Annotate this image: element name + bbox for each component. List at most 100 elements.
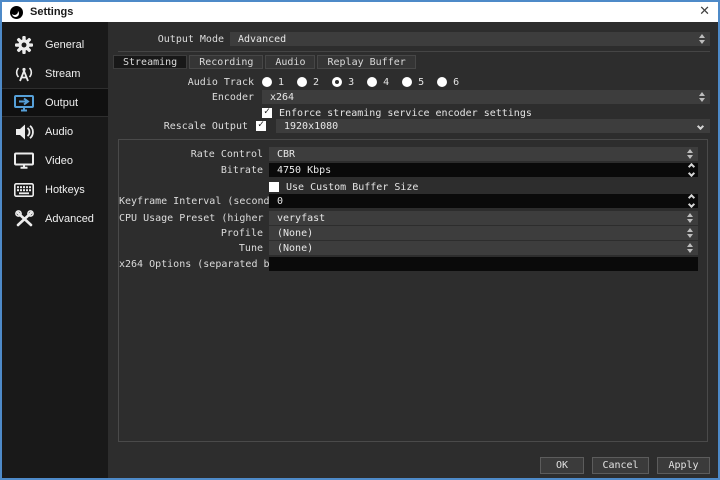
radio-label: 5 [418,77,424,88]
audio-track-5-radio[interactable]: 5 [402,77,424,88]
encoder-row: Encoder x264 [108,90,710,104]
display-output-icon [13,94,35,112]
radio-icon [367,77,377,87]
cpu-usage-preset-value: veryfast [277,213,683,224]
spinner-arrows-icon [687,149,693,159]
rescale-output-row: Rescale Output 1920x1080 [108,119,710,133]
sidebar-item-advanced[interactable]: Advanced [2,204,108,233]
tab-audio[interactable]: Audio [265,55,315,69]
rescale-output-checkbox[interactable] [256,121,266,131]
tab-replay-buffer[interactable]: Replay Buffer [317,55,415,69]
profile-value: (None) [277,228,683,239]
sidebar-item-hotkeys[interactable]: Hotkeys [2,175,108,204]
keyboard-icon [13,181,35,199]
custom-buffer-size-label: Use Custom Buffer Size [286,182,418,193]
radio-icon [297,77,307,87]
bitrate-spinbox[interactable]: 4750 Kbps [269,163,698,177]
x264-options-label: x264 Options (separated by space) [119,259,263,270]
checkbox-unchecked-icon [269,182,279,192]
rescale-output-label: Rescale Output [108,121,248,132]
spin-up-down-icon [689,195,694,207]
sidebar-item-general[interactable]: General [2,30,108,59]
output-settings-panel: Output Mode Advanced Streaming Recording… [108,22,718,478]
profile-row: Profile (None) [119,226,698,240]
sidebar-item-label: Hotkeys [45,184,85,196]
rate-control-row: Rate Control CBR [119,147,698,161]
broadcast-icon [13,65,35,83]
sidebar-item-label: Advanced [45,213,94,225]
radio-label: 2 [313,77,319,88]
enforce-encoder-settings-checkbox[interactable]: Enforce streaming service encoder settin… [262,106,532,120]
cancel-button[interactable]: Cancel [592,457,649,474]
encoder-settings-group: Rate Control CBR Bitrate 4750 Kbps Us [118,139,708,442]
bitrate-value: 4750 Kbps [277,165,685,176]
radio-label: 4 [383,77,389,88]
cpu-usage-preset-row: CPU Usage Preset (higher = less CPU) ver… [119,211,698,225]
tune-label: Tune [119,243,263,254]
spin-up-down-icon [689,164,694,176]
audio-track-3-radio[interactable]: 3 [332,77,354,88]
checkbox-checked-icon [262,108,272,118]
apply-button[interactable]: Apply [657,457,710,474]
radio-label: 6 [453,77,459,88]
sidebar-item-label: General [45,39,84,51]
audio-track-4-radio[interactable]: 4 [367,77,389,88]
audio-track-2-radio[interactable]: 2 [297,77,319,88]
sidebar-item-label: Audio [45,126,73,138]
keyframe-interval-value: 0 [277,196,685,207]
profile-label: Profile [119,228,263,239]
sidebar-item-label: Video [45,155,73,167]
output-tabbar: Streaming Recording Audio Replay Buffer [113,55,416,69]
sidebar-item-output[interactable]: Output [2,88,108,117]
rate-control-value: CBR [277,149,683,160]
audio-track-6-radio[interactable]: 6 [437,77,459,88]
sidebar-item-video[interactable]: Video [2,146,108,175]
spinner-arrows-icon [687,213,693,223]
encoder-label: Encoder [108,92,254,103]
settings-window: Settings ✕ General Stream Output [0,0,720,480]
sidebar-item-stream[interactable]: Stream [2,59,108,88]
keyframe-interval-label: Keyframe Interval (seconds, 0=auto) [119,196,263,207]
x264-options-row: x264 Options (separated by space) [119,257,698,271]
output-mode-select[interactable]: Advanced [230,32,710,46]
chevron-down-icon [697,122,704,129]
close-icon[interactable]: ✕ [682,2,710,22]
obs-logo-icon [10,6,23,19]
profile-select[interactable]: (None) [269,226,698,240]
radio-label: 1 [278,77,284,88]
bitrate-label: Bitrate [119,165,263,176]
monitor-icon [13,152,35,170]
tab-streaming[interactable]: Streaming [113,55,187,69]
window-body: General Stream Output Audio [2,22,718,478]
keyframe-interval-row: Keyframe Interval (seconds, 0=auto) 0 [119,194,698,208]
custom-buffer-size-checkbox[interactable]: Use Custom Buffer Size [269,180,418,194]
tune-select[interactable]: (None) [269,241,698,255]
audio-track-label: Audio Track [108,77,254,88]
speaker-icon [13,123,35,141]
x264-options-input[interactable] [269,257,698,271]
tune-value: (None) [277,243,683,254]
spinner-arrows-icon [699,92,705,102]
tab-recording[interactable]: Recording [189,55,263,69]
sidebar: General Stream Output Audio [2,22,108,478]
enforce-encoder-settings-label: Enforce streaming service encoder settin… [279,108,532,119]
sidebar-item-audio[interactable]: Audio [2,117,108,146]
rescale-resolution-value: 1920x1080 [284,121,698,132]
radio-label: 3 [348,77,354,88]
tune-row: Tune (None) [119,241,698,255]
section-divider [118,51,710,52]
radio-icon [437,77,447,87]
encoder-select[interactable]: x264 [262,90,710,104]
gear-icon [13,36,35,54]
audio-track-1-radio[interactable]: 1 [262,77,284,88]
radio-checked-icon [332,77,342,87]
cpu-usage-preset-select[interactable]: veryfast [269,211,698,225]
rate-control-label: Rate Control [119,149,263,160]
rate-control-select[interactable]: CBR [269,147,698,161]
titlebar: Settings ✕ [2,2,718,22]
rescale-resolution-select[interactable]: 1920x1080 [276,119,710,133]
keyframe-interval-spinbox[interactable]: 0 [269,194,698,208]
ok-button[interactable]: OK [540,457,584,474]
dialog-footer: OK Cancel Apply [540,457,710,474]
spinner-arrows-icon [699,34,705,44]
